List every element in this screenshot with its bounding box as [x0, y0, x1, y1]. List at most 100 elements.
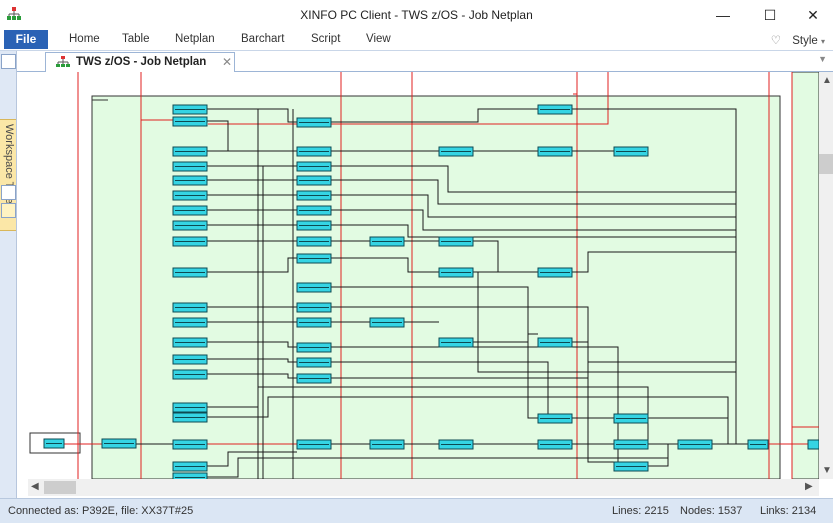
job-node[interactable] [172, 402, 208, 413]
job-node[interactable] [296, 317, 332, 328]
chevron-up-icon[interactable]: ▲ [822, 75, 832, 86]
document-tabs: TWS z/OS - Job Netplan ✕ ▼ [17, 51, 833, 72]
job-node[interactable] [43, 438, 65, 449]
job-node[interactable] [172, 439, 208, 450]
job-node[interactable] [677, 439, 713, 450]
vertical-scroll-thumb[interactable] [819, 154, 833, 174]
title-bar: XINFO PC Client - TWS z/OS - Job Netplan… [0, 0, 833, 30]
vertical-scrollbar[interactable]: ▲ ▼ [819, 72, 833, 479]
menu-script[interactable]: Script [311, 33, 340, 45]
left-sidebar: Workspace Tree [0, 51, 17, 498]
tab-job-netplan[interactable]: TWS z/OS - Job Netplan ✕ [45, 52, 235, 72]
job-node[interactable] [747, 439, 769, 450]
connection-status: Connected as: P392E, file: XX37T#25 [8, 505, 194, 517]
job-node[interactable] [438, 146, 474, 157]
style-menu[interactable]: ♡ Style ▾ [771, 33, 825, 47]
job-node[interactable] [101, 438, 137, 449]
menu-home[interactable]: Home [69, 33, 100, 45]
job-node[interactable] [296, 439, 332, 450]
job-node[interactable] [613, 439, 649, 450]
favorites-star-icon[interactable] [1, 203, 16, 218]
style-label: Style [792, 35, 818, 47]
job-node[interactable] [438, 439, 474, 450]
list-icon[interactable] [1, 185, 16, 200]
menu-bar: File Home Table Netplan Barchart Script … [0, 30, 833, 51]
tab-label: TWS z/OS - Job Netplan [76, 56, 207, 68]
minimize-button[interactable]: — [706, 4, 740, 26]
collapse-ribbon-icon[interactable]: ♡ [771, 35, 781, 47]
menu-barchart[interactable]: Barchart [241, 33, 284, 45]
netplan-diagram[interactable] [28, 71, 820, 483]
netplan-tab-icon [56, 56, 70, 67]
job-node[interactable] [172, 220, 208, 231]
job-node[interactable] [172, 461, 208, 472]
job-node[interactable] [296, 253, 332, 264]
job-node[interactable] [613, 146, 649, 157]
job-node[interactable] [807, 439, 820, 450]
job-node[interactable] [172, 412, 208, 423]
job-node[interactable] [172, 354, 208, 365]
chevron-left-icon[interactable]: ◀ [31, 481, 39, 492]
job-node[interactable] [613, 413, 649, 424]
file-menu-button[interactable]: File [4, 30, 48, 49]
job-node[interactable] [172, 267, 208, 278]
menu-view[interactable]: View [366, 33, 391, 45]
job-node[interactable] [296, 282, 332, 293]
job-node[interactable] [172, 236, 208, 247]
horizontal-scrollbar[interactable]: ◀ ▶ [28, 479, 819, 496]
lines-count: Lines: 2215 [612, 505, 669, 517]
group-box [791, 71, 820, 480]
job-node[interactable] [438, 236, 474, 247]
horizontal-scroll-thumb[interactable] [44, 481, 76, 494]
job-node[interactable] [172, 104, 208, 115]
job-node[interactable] [172, 116, 208, 127]
job-node[interactable] [296, 236, 332, 247]
job-node[interactable] [296, 373, 332, 384]
critical-path-line [573, 72, 578, 95]
job-node[interactable] [537, 439, 573, 450]
job-node[interactable] [537, 337, 573, 348]
job-node[interactable] [438, 267, 474, 278]
job-node[interactable] [172, 317, 208, 328]
job-node[interactable] [172, 337, 208, 348]
job-node[interactable] [296, 117, 332, 128]
job-node[interactable] [296, 205, 332, 216]
dropdown-arrow-icon: ▾ [820, 37, 825, 46]
job-node[interactable] [296, 146, 332, 157]
job-node[interactable] [537, 267, 573, 278]
job-node[interactable] [172, 205, 208, 216]
job-node[interactable] [537, 146, 573, 157]
job-node[interactable] [172, 302, 208, 313]
workspace-toggle-icon[interactable] [1, 54, 16, 69]
job-node[interactable] [537, 413, 573, 424]
job-node[interactable] [296, 161, 332, 172]
job-node[interactable] [172, 369, 208, 380]
menu-netplan[interactable]: Netplan [175, 33, 215, 45]
job-node[interactable] [296, 357, 332, 368]
job-node[interactable] [296, 342, 332, 353]
close-button[interactable]: ✕ [796, 4, 830, 26]
job-node[interactable] [296, 302, 332, 313]
tab-list-dropdown-icon[interactable]: ▼ [818, 54, 827, 64]
job-node[interactable] [172, 146, 208, 157]
job-node[interactable] [438, 337, 474, 348]
job-node[interactable] [369, 439, 405, 450]
menu-table[interactable]: Table [122, 33, 150, 45]
tab-close-icon[interactable]: ✕ [222, 55, 232, 69]
chevron-right-icon[interactable]: ▶ [805, 481, 813, 492]
status-bar: Connected as: P392E, file: XX37T#25 Line… [0, 498, 833, 523]
job-node[interactable] [537, 104, 573, 115]
chevron-down-icon[interactable]: ▼ [822, 465, 832, 476]
job-node[interactable] [172, 161, 208, 172]
job-node[interactable] [172, 175, 208, 186]
job-node[interactable] [369, 317, 405, 328]
job-node[interactable] [296, 175, 332, 186]
netplan-canvas[interactable] [28, 71, 820, 483]
job-node[interactable] [613, 461, 649, 472]
nodes-count: Nodes: 1537 [680, 505, 743, 517]
maximize-button[interactable]: ☐ [753, 4, 787, 26]
job-node[interactable] [296, 220, 332, 231]
job-node[interactable] [369, 236, 405, 247]
job-node[interactable] [172, 190, 208, 201]
job-node[interactable] [296, 190, 332, 201]
